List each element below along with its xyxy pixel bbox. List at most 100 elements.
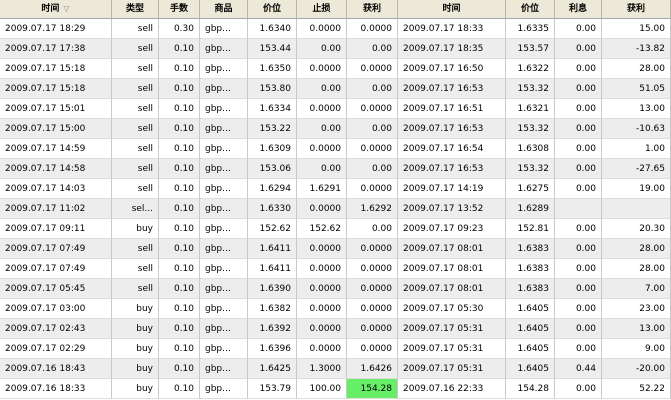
header-close-price[interactable]: 价位: [506, 0, 555, 18]
cell-symbol: gbp...: [200, 359, 248, 379]
cell-symbol: gbp...: [200, 319, 248, 339]
cell-swap: 0.00: [555, 19, 602, 39]
cell-swap: 0.00: [555, 79, 602, 99]
table-row[interactable]: 2009.07.16 18:43 buy 0.10 gbp... 1.6425 1.300…: [0, 359, 671, 379]
cell-stop-loss: 0.00: [297, 79, 347, 99]
cell-swap: [555, 199, 602, 219]
cell-swap: 0.00: [555, 139, 602, 159]
cell-close-time: 2009.07.17 16:53: [398, 79, 506, 99]
table-row[interactable]: 2009.07.17 02:43 buy 0.10 gbp... 1.6392 0.000…: [0, 319, 671, 339]
cell-profit: 20.30: [602, 219, 671, 239]
cell-open-time: 2009.07.17 18:29: [0, 19, 112, 39]
cell-take-profit: 0.00: [347, 39, 398, 59]
table-row[interactable]: 2009.07.17 15:18 sell 0.10 gbp... 1.6350 0.00…: [0, 59, 671, 79]
cell-swap: 0.00: [555, 239, 602, 259]
cell-lots: 0.10: [159, 319, 200, 339]
cell-close-time: 2009.07.17 18:33: [398, 19, 506, 39]
cell-lots: 0.10: [159, 259, 200, 279]
cell-open-price: 1.6392: [248, 319, 297, 339]
cell-type: sell: [112, 59, 159, 79]
table-row[interactable]: 2009.07.17 14:03 sell 0.10 gbp... 1.6294 1.62…: [0, 179, 671, 199]
cell-close-price: 1.6383: [506, 279, 555, 299]
cell-take-profit: 0.00: [347, 159, 398, 179]
cell-symbol: gbp...: [200, 379, 248, 399]
table-row[interactable]: 2009.07.17 15:00 sell 0.10 gbp... 153.22 0.00…: [0, 119, 671, 139]
cell-symbol: gbp...: [200, 339, 248, 359]
cell-close-price: 1.6335: [506, 19, 555, 39]
cell-close-price: 1.6383: [506, 259, 555, 279]
cell-open-time: 2009.07.16 18:43: [0, 359, 112, 379]
cell-profit: 23.00: [602, 299, 671, 319]
cell-open-price: 152.62: [248, 219, 297, 239]
cell-symbol: gbp...: [200, 199, 248, 219]
header-close-time[interactable]: 时间: [398, 0, 506, 18]
cell-profit: 19.00: [602, 179, 671, 199]
header-take-profit[interactable]: 获利: [347, 0, 398, 18]
table-row[interactable]: 2009.07.17 15:01 sell 0.10 gbp... 1.6334 0.00…: [0, 99, 671, 119]
cell-close-time: 2009.07.17 16:50: [398, 59, 506, 79]
header-open-time[interactable]: 时间 ▽: [0, 0, 112, 18]
table-row[interactable]: 2009.07.17 02:29 buy 0.10 gbp... 1.6396 0.000…: [0, 339, 671, 359]
cell-symbol: gbp...: [200, 179, 248, 199]
header-swap[interactable]: 利息: [555, 0, 602, 18]
cell-profit: -10.63: [602, 119, 671, 139]
cell-symbol: gbp...: [200, 39, 248, 59]
table-row[interactable]: 2009.07.17 14:58 sell 0.10 gbp... 153.06 0.00…: [0, 159, 671, 179]
cell-close-time: 2009.07.17 05:31: [398, 359, 506, 379]
sort-descending-icon[interactable]: ▽: [63, 4, 69, 13]
cell-stop-loss: 0.0000: [297, 279, 347, 299]
cell-open-price: 153.80: [248, 79, 297, 99]
cell-take-profit: 0.0000: [347, 179, 398, 199]
header-lots[interactable]: 手数: [159, 0, 200, 18]
table-row[interactable]: 2009.07.17 17:38 sell 0.10 gbp... 153.44 0.00…: [0, 39, 671, 59]
cell-open-time: 2009.07.17 14:58: [0, 159, 112, 179]
cell-close-time: 2009.07.17 16:54: [398, 139, 506, 159]
cell-stop-loss: 0.0000: [297, 59, 347, 79]
table-row[interactable]: 2009.07.17 07:49 sell 0.10 gbp... 1.6411 0.00…: [0, 259, 671, 279]
cell-stop-loss: 0.0000: [297, 199, 347, 219]
cell-open-price: 1.6309: [248, 139, 297, 159]
cell-take-profit: 0.00: [347, 119, 398, 139]
cell-symbol: gbp...: [200, 239, 248, 259]
header-type[interactable]: 类型: [112, 0, 159, 18]
header-open-price[interactable]: 价位: [248, 0, 297, 18]
table-row[interactable]: 2009.07.16 18:33 buy 0.10 gbp... 153.79 100.0…: [0, 379, 671, 399]
cell-type: sell: [112, 79, 159, 99]
cell-close-price: 152.81: [506, 219, 555, 239]
cell-profit: 28.00: [602, 259, 671, 279]
cell-lots: 0.10: [159, 159, 200, 179]
cell-open-time: 2009.07.17 15:00: [0, 119, 112, 139]
table-row[interactable]: 2009.07.17 11:02 sel... 0.10 gbp... 1.6330 0.…: [0, 199, 671, 219]
cell-stop-loss: 100.00: [297, 379, 347, 399]
cell-close-time: 2009.07.16 22:33: [398, 379, 506, 399]
cell-open-time: 2009.07.17 17:38: [0, 39, 112, 59]
cell-lots: 0.10: [159, 299, 200, 319]
cell-stop-loss: 1.3000: [297, 359, 347, 379]
table-row[interactable]: 2009.07.17 07:49 sell 0.10 gbp... 1.6411 0.00…: [0, 239, 671, 259]
cell-close-price: 1.6322: [506, 59, 555, 79]
table-row[interactable]: 2009.07.17 09:11 buy 0.10 gbp... 152.62 152.6…: [0, 219, 671, 239]
cell-open-time: 2009.07.17 02:43: [0, 319, 112, 339]
header-profit[interactable]: 获利: [602, 0, 671, 18]
cell-symbol: gbp...: [200, 279, 248, 299]
cell-open-price: 153.44: [248, 39, 297, 59]
cell-stop-loss: 0.0000: [297, 19, 347, 39]
cell-take-profit: 0.00: [347, 79, 398, 99]
header-symbol[interactable]: 商品: [200, 0, 248, 18]
cell-stop-loss: 0.0000: [297, 139, 347, 159]
cell-take-profit: 0.0000: [347, 239, 398, 259]
cell-open-time: 2009.07.17 11:02: [0, 199, 112, 219]
cell-close-time: 2009.07.17 05:30: [398, 299, 506, 319]
table-row[interactable]: 2009.07.17 15:18 sell 0.10 gbp... 153.80 0.00…: [0, 79, 671, 99]
table-row[interactable]: 2009.07.17 03:00 buy 0.10 gbp... 1.6382 0.000…: [0, 299, 671, 319]
cell-stop-loss: 152.62: [297, 219, 347, 239]
table-row[interactable]: 2009.07.17 14:59 sell 0.10 gbp... 1.6309 0.00…: [0, 139, 671, 159]
cell-profit: 9.00: [602, 339, 671, 359]
cell-stop-loss: 1.6291: [297, 179, 347, 199]
table-row[interactable]: 2009.07.17 18:29 sell 0.30 gbp... 1.6340 0.00…: [0, 19, 671, 39]
cell-stop-loss: 0.00: [297, 39, 347, 59]
cell-type: sell: [112, 139, 159, 159]
cell-open-time: 2009.07.16 18:33: [0, 379, 112, 399]
header-stop-loss[interactable]: 止损: [297, 0, 347, 18]
table-row[interactable]: 2009.07.17 05:45 sell 0.10 gbp... 1.6390 0.00…: [0, 279, 671, 299]
